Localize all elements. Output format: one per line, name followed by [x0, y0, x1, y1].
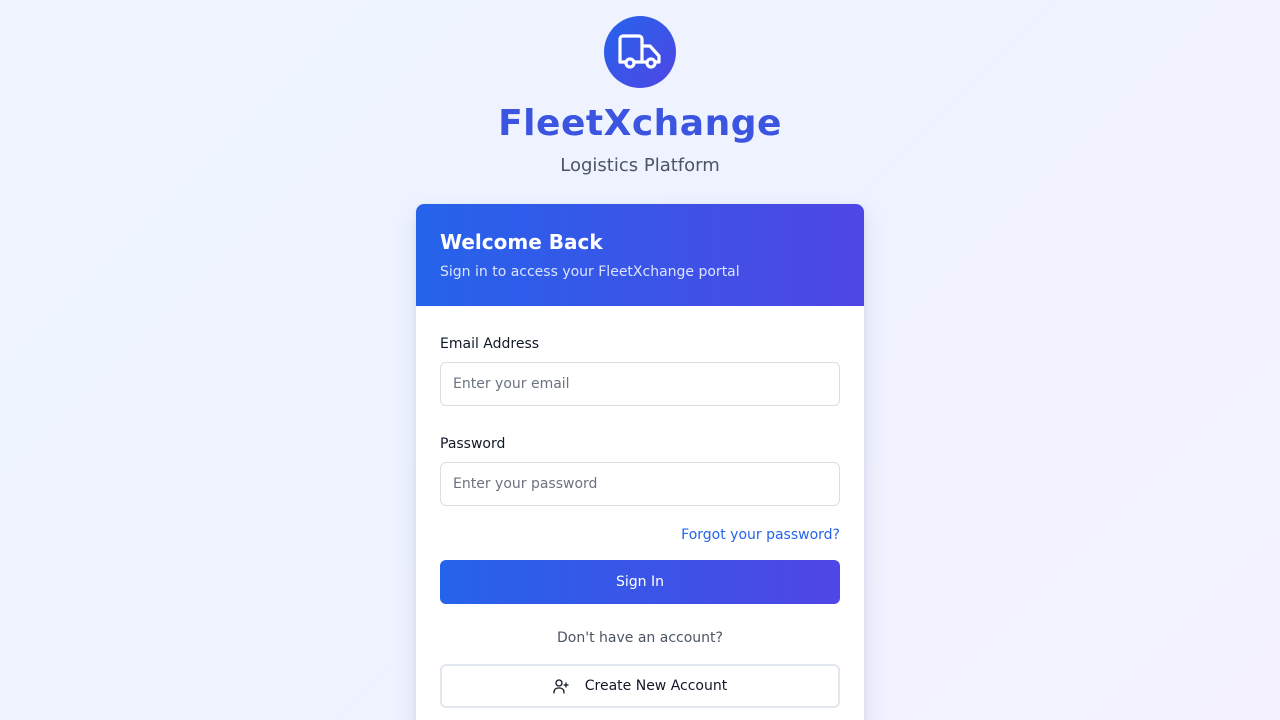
brand-section: FleetXchange Logistics Platform [0, 16, 1280, 178]
brand-subtitle: Logistics Platform [560, 155, 720, 176]
sign-in-button[interactable]: Sign In [440, 560, 840, 604]
login-form: Email Address Password Forgot your passw… [416, 306, 864, 708]
create-account-button[interactable]: Create New Account [440, 664, 840, 708]
login-card: Welcome Back Sign in to access your Flee… [416, 204, 864, 720]
user-plus-icon [553, 679, 569, 694]
forgot-password-link[interactable]: Forgot your password? [681, 527, 840, 543]
brand-title: FleetXchange [498, 103, 782, 144]
truck-icon [618, 34, 661, 69]
card-header: Welcome Back Sign in to access your Flee… [416, 204, 864, 306]
forgot-password-row: Forgot your password? [440, 524, 840, 544]
password-field[interactable] [440, 462, 840, 506]
card-subtitle: Sign in to access your FleetXchange port… [440, 264, 740, 280]
card-title: Welcome Back [440, 230, 603, 254]
no-account-text: Don't have an account? [557, 630, 723, 646]
password-label: Password [440, 436, 506, 452]
create-account-label: Create New Account [584, 678, 728, 694]
email-field[interactable] [440, 362, 840, 406]
logo [604, 16, 676, 88]
email-label: Email Address [440, 336, 540, 352]
